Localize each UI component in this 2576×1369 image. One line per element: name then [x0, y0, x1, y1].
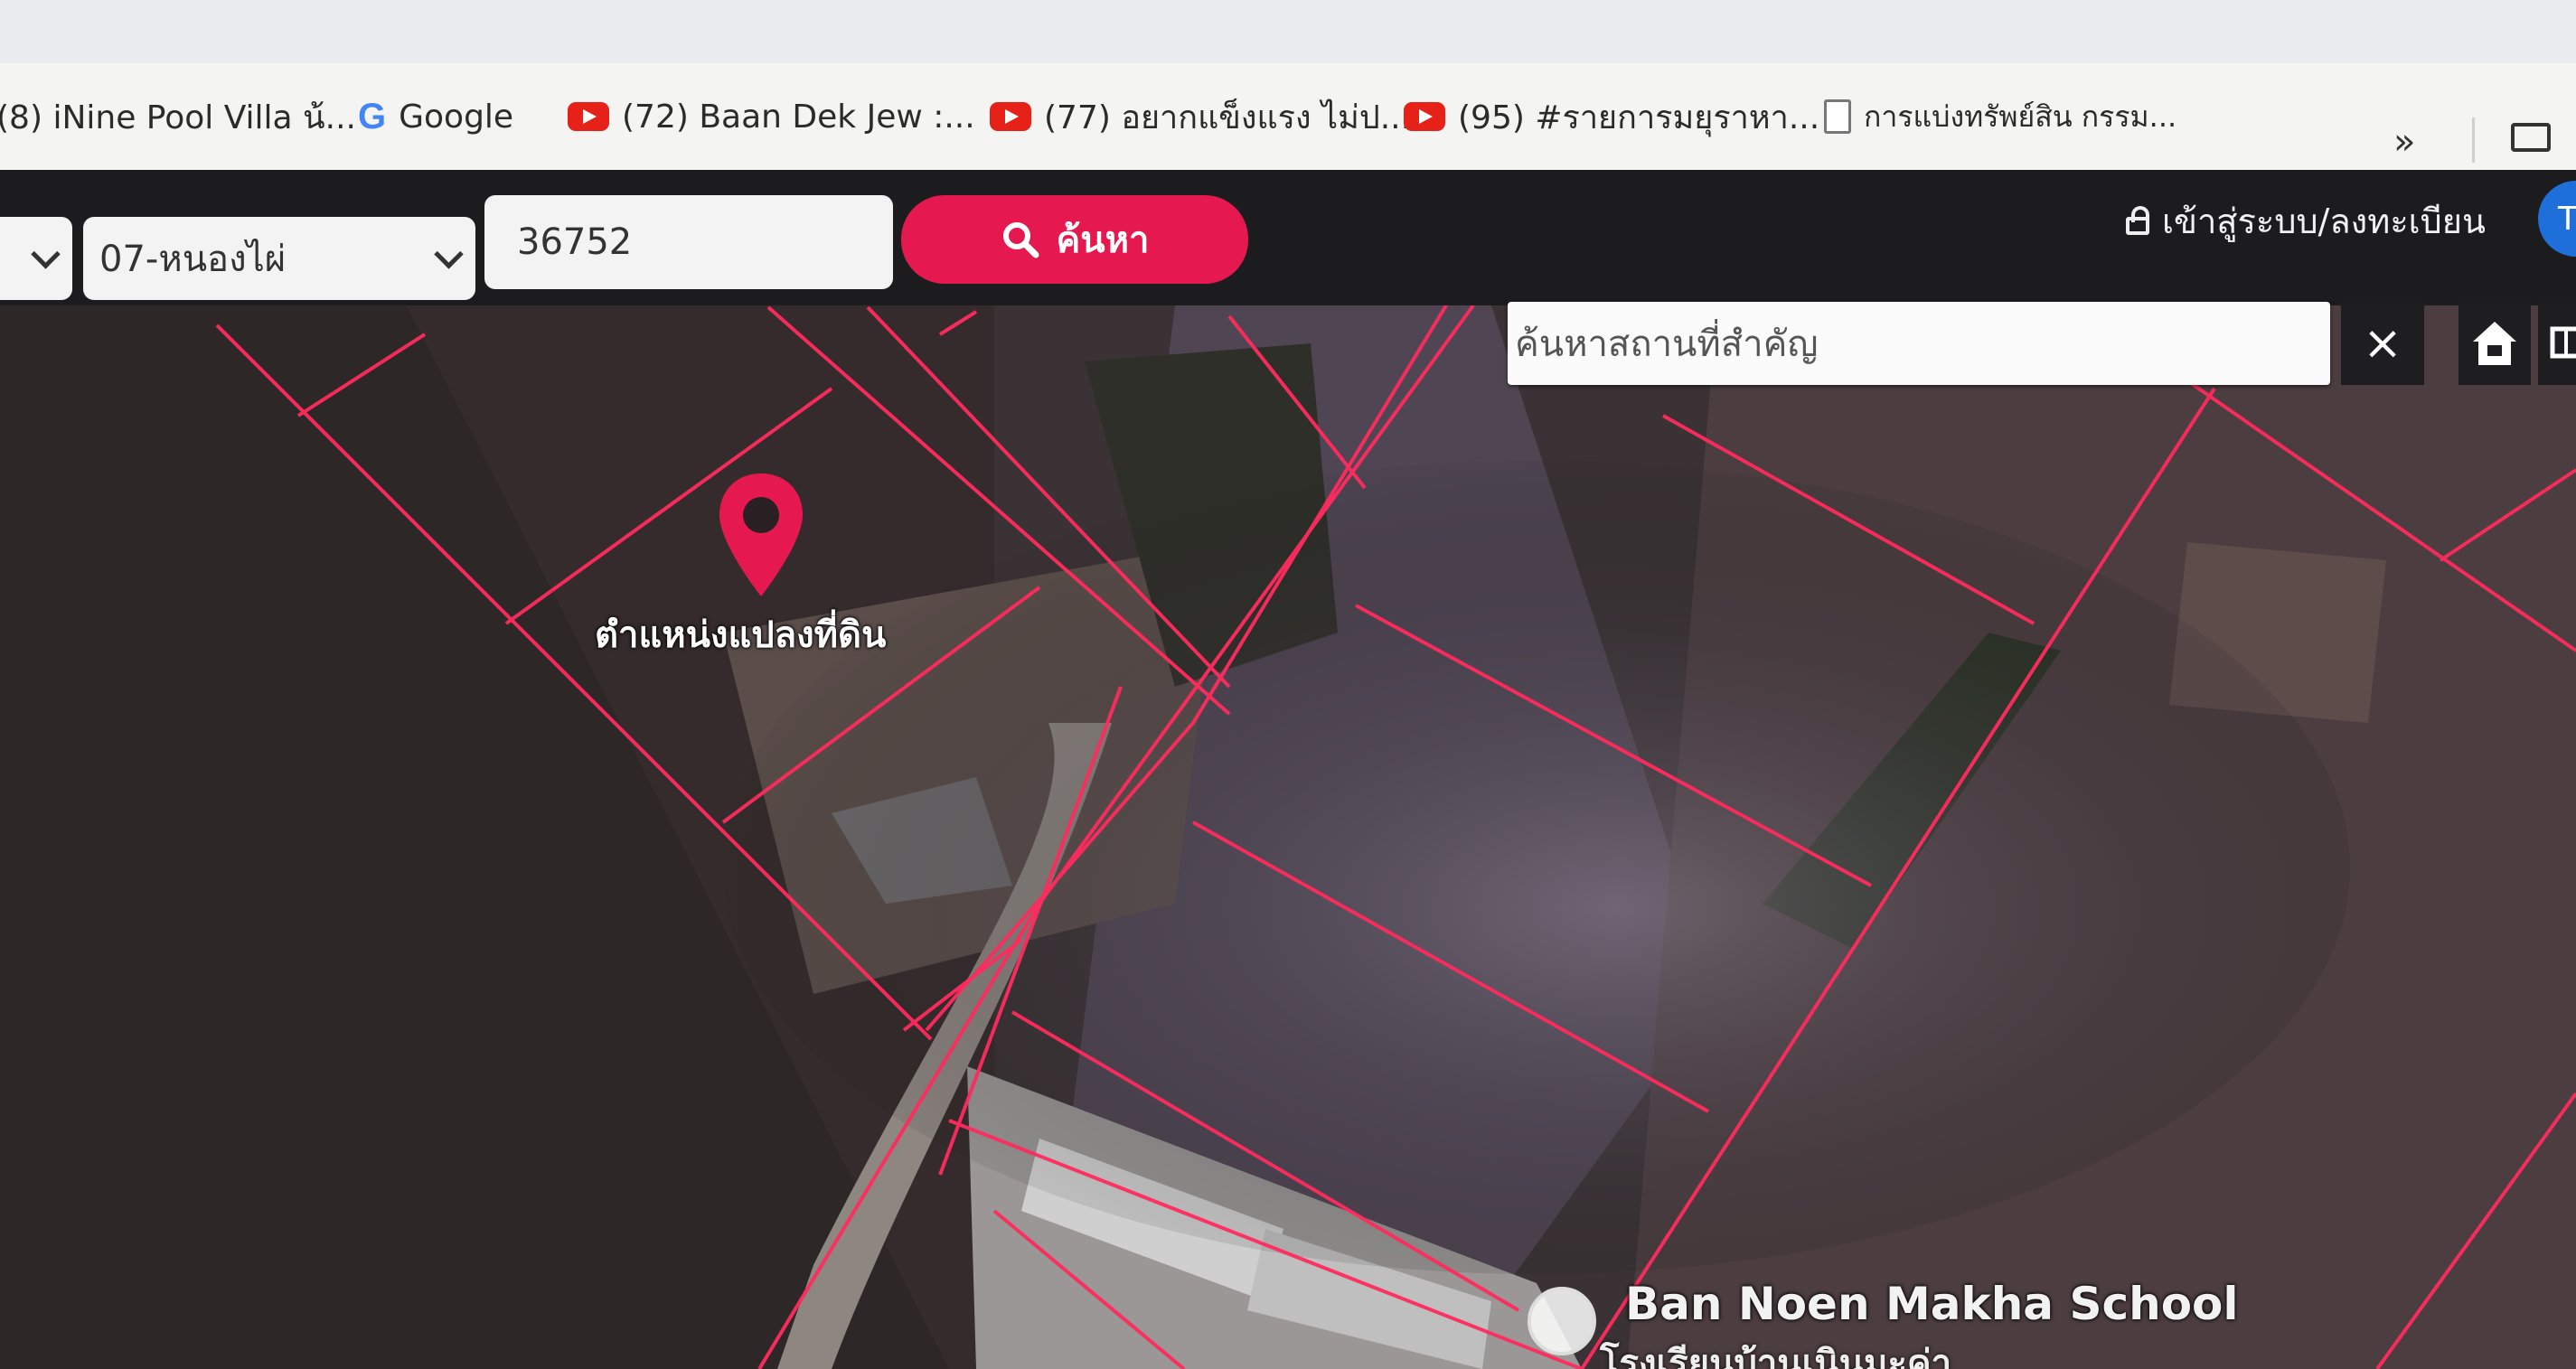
bookmark-baan-dek-jew[interactable]: (72) Baan Dek Jew :... — [568, 90, 975, 143]
parcel-number-value: 36752 — [517, 221, 633, 263]
school-poi-thai-label: โรงเรียนบ้านเนินมะค่า — [1600, 1343, 1952, 1369]
parcel-location-label: ตำแหน่งแปลงที่ดิน — [595, 614, 887, 656]
bookmark-inine-pool-villa[interactable]: (8) iNine Pool Villa น้... — [0, 90, 356, 143]
satellite-map[interactable] — [0, 305, 2576, 1369]
layers-button[interactable] — [2538, 302, 2576, 385]
youtube-icon — [568, 102, 609, 131]
chevron-down-icon — [31, 239, 61, 269]
document-icon — [1824, 99, 1851, 134]
bookmark-label: การแบ่งทรัพย์สิน กรรม... — [1864, 98, 2177, 134]
search-button-label: ค้นหา — [1056, 220, 1150, 261]
search-icon — [1002, 222, 1039, 258]
lock-icon — [2126, 206, 2149, 235]
youtube-icon — [990, 102, 1031, 131]
bookmark-label: Google — [399, 98, 514, 136]
chevron-down-icon — [434, 239, 464, 269]
bookmark-label: (95) #รายการมยุราหา... — [1458, 98, 1820, 136]
place-search-placeholder: ค้นหาสถานที่สำคัญ — [1515, 323, 1819, 365]
bookmark-video-77[interactable]: (77) อยากแข็งแรง ไม่ป... — [990, 90, 1411, 143]
bookmarks-bar: (8) iNine Pool Villa น้... G Google (72)… — [0, 63, 2576, 172]
browser-tab-strip — [0, 0, 2576, 63]
school-poi-label: Ban Noen Makha School — [1625, 1278, 2239, 1330]
school-poi-icon[interactable] — [1528, 1287, 1596, 1355]
google-icon: G — [358, 96, 387, 136]
avatar-initial: T — [2558, 200, 2576, 238]
province-select[interactable] — [0, 217, 72, 300]
bookmark-label: (72) Baan Dek Jew :... — [622, 98, 975, 136]
bookmarks-divider — [2472, 117, 2475, 163]
login-register-label: เข้าสู่ระบบ/ลงทะเบียน — [2162, 201, 2487, 241]
home-icon — [2473, 322, 2516, 365]
bookmark-google[interactable]: G Google — [358, 90, 513, 143]
close-icon: × — [2363, 316, 2402, 370]
bookmark-label: (8) iNine Pool Villa น้... — [0, 98, 356, 136]
screen: (8) iNine Pool Villa น้... G Google (72)… — [0, 0, 2576, 1369]
home-button[interactable] — [2458, 302, 2531, 385]
parcel-location-marker-icon[interactable] — [714, 470, 808, 600]
parcel-number-input[interactable]: 36752 — [484, 195, 893, 289]
youtube-icon — [1404, 102, 1445, 131]
map-imagery — [0, 305, 2576, 1369]
bookmark-document[interactable]: การแบ่งทรัพย์สิน กรรม... — [1824, 90, 2176, 143]
search-button[interactable]: ค้นหา — [901, 195, 1248, 284]
login-register-link[interactable]: เข้าสู่ระบบ/ลงทะเบียน — [2126, 193, 2486, 248]
layers-icon — [2550, 326, 2576, 359]
folder-icon[interactable] — [2511, 123, 2551, 152]
district-select-value: 07-หนองไผ่ — [99, 239, 287, 280]
bookmarks-overflow-button[interactable]: » — [2393, 121, 2415, 163]
bookmark-video-95[interactable]: (95) #รายการมยุราหา... — [1404, 90, 1819, 143]
district-select[interactable]: 07-หนองไผ่ — [83, 217, 475, 300]
clear-search-button[interactable]: × — [2341, 302, 2424, 385]
bookmark-label: (77) อยากแข็งแรง ไม่ป... — [1044, 98, 1412, 136]
place-search-input[interactable]: ค้นหาสถานที่สำคัญ — [1508, 302, 2330, 385]
